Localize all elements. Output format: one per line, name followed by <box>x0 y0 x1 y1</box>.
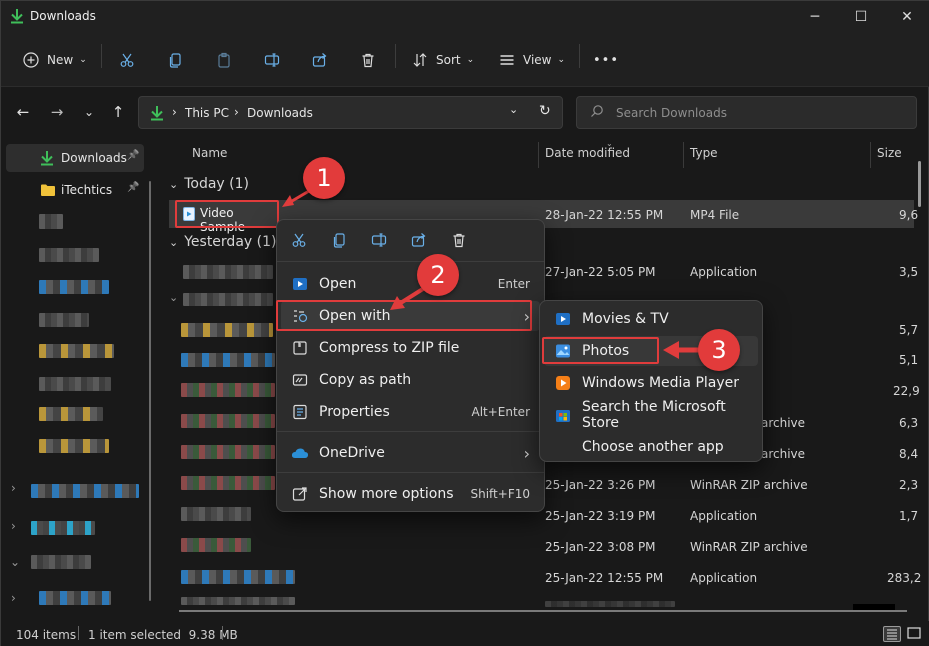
selection-info: 1 item selected 9.38 MB <box>88 628 238 642</box>
status-separator <box>222 626 223 640</box>
step-badge-1: 1 <box>303 157 345 199</box>
tiles-view-button[interactable] <box>906 626 924 642</box>
explorer-window: Downloads ─ ☐ ✕ New ⌄ Sort ⌄ View ⌄ ••• … <box>0 0 929 646</box>
arrowhead-3-icon <box>663 341 679 359</box>
status-separator <box>78 626 79 640</box>
step-badge-2: 2 <box>417 254 459 296</box>
annotation-arrows <box>282 189 701 359</box>
item-count: 104 items <box>16 628 77 642</box>
arrowhead-1-icon <box>282 195 294 207</box>
status-bar: 104 items 1 item selected 9.38 MB <box>1 621 929 646</box>
step-badge-3: 3 <box>698 329 740 371</box>
details-view-button[interactable] <box>883 626 901 642</box>
